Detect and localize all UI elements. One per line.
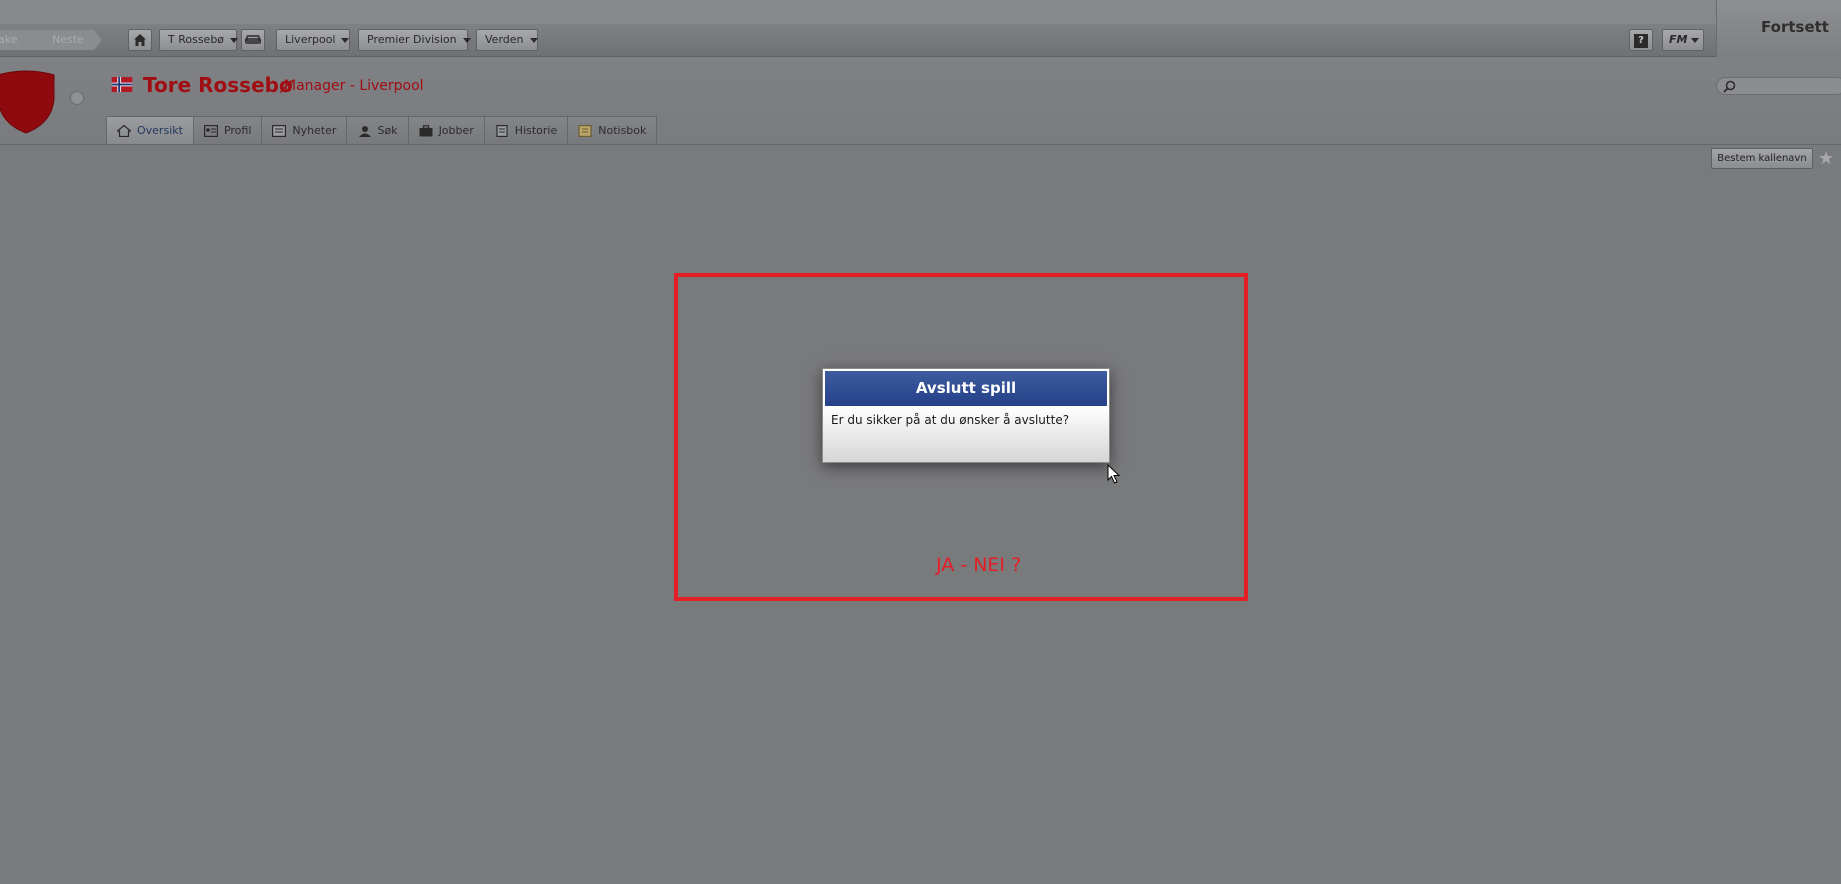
continue-button[interactable]: Fortsett [1716,0,1841,57]
home-icon [117,124,131,137]
club-shield-icon [0,70,55,134]
tab-label: Historie [514,124,558,137]
chevron-down-icon [341,37,350,43]
world-menu-button[interactable]: Verden [476,29,538,51]
division-menu-label: Premier Division [367,33,457,46]
division-menu-button[interactable]: Premier Division [358,29,471,51]
fm-menu-button[interactable]: FM [1662,29,1704,51]
profile-header: Tore Rossebø Manager - Liverpool Oversik… [0,57,1841,145]
club-menu-label: Liverpool [285,33,336,46]
notebook-icon [578,124,592,137]
manager-menu-button[interactable]: T Rossebø [159,29,239,51]
search-input[interactable] [1716,77,1841,95]
norway-flag-icon [111,77,133,92]
news-icon [272,124,287,137]
home-icon [134,34,146,46]
chevron-down-icon [529,37,538,43]
profile-card-icon [203,124,218,137]
tab-label: Søk [377,124,398,137]
dialog-message: Er du sikker på at du ønsker å avslutte? [831,413,1070,427]
top-strip [0,0,1841,24]
tab-jobber[interactable]: Jobber [407,116,485,144]
tab-label: Profil [223,124,252,137]
sofa-button[interactable] [241,29,265,51]
main-toolbar: ake Neste T Rossebø Liverpool Premier Di… [0,24,1716,57]
tab-notisbok[interactable]: Notisbok [567,116,658,144]
manager-name: Tore Rossebø [143,73,293,97]
manager-menu-label: T Rossebø [168,33,225,46]
next-button[interactable]: Neste [36,30,102,50]
sofa-icon [244,35,262,44]
manager-role: Manager - Liverpool [284,78,424,94]
next-label: Neste [52,33,84,46]
home-button[interactable] [128,29,152,51]
tab-profil[interactable]: Profil [192,116,263,144]
dialog-title: Avslutt spill [825,371,1107,406]
mouse-cursor-icon [1107,464,1121,484]
chevron-down-icon [230,37,239,43]
profile-tabs: Oversikt Profil Nyheter Søk Jobber Histo… [106,116,658,144]
set-nickname-button[interactable]: Bestem kallenavn [1711,148,1813,169]
tab-label: Oversikt [137,124,183,137]
tab-sok[interactable]: Søk [346,116,409,144]
search-icon [1723,80,1736,93]
back-label: ake [0,33,18,46]
tab-label: Nyheter [292,124,337,137]
quit-game-dialog: Avslutt spill Er du sikker på at du ønsk… [822,368,1110,463]
favourite-star-icon[interactable]: ★ [1818,148,1834,169]
history-icon [496,124,508,137]
search-person-icon [359,125,372,137]
tab-oversikt[interactable]: Oversikt [106,116,194,144]
app-window: ake Neste T Rossebø Liverpool Premier Di… [0,0,1841,884]
briefcase-icon [419,124,433,136]
chevron-down-icon [462,37,471,43]
fm-logo: FM [1669,33,1688,46]
club-menu-button[interactable]: Liverpool [276,29,350,51]
tab-historie[interactable]: Historie [483,116,569,144]
help-icon: ? [1634,34,1648,48]
tab-label: Notisbok [598,124,647,137]
chevron-down-icon [1691,37,1700,43]
continue-label: Fortsett [1761,18,1829,36]
annotation-text: JA - NEI ? [936,554,1022,576]
tab-nyheter[interactable]: Nyheter [261,116,348,144]
collapse-toggle[interactable] [70,91,84,105]
set-nickname-label: Bestem kallenavn [1717,153,1807,164]
world-menu-label: Verden [485,33,524,46]
help-button[interactable]: ? [1629,29,1653,51]
tab-label: Jobber [438,124,474,137]
